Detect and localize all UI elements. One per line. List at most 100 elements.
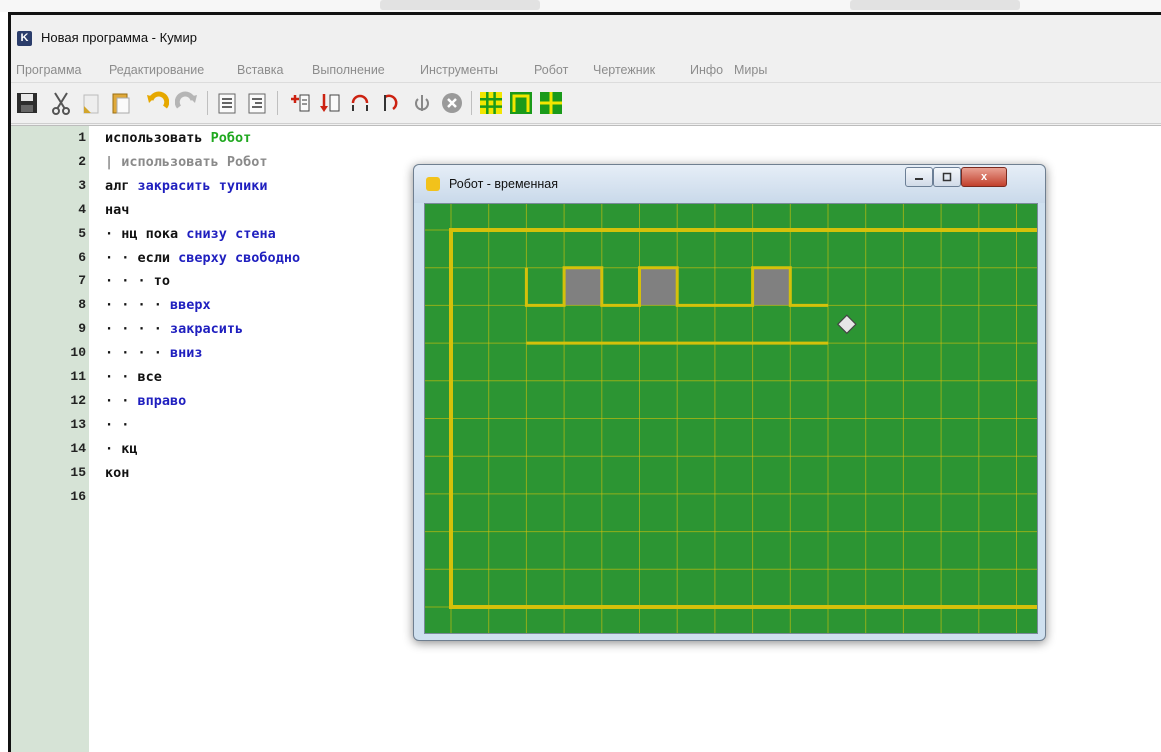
toolbar-separator	[471, 91, 472, 115]
minimize-icon	[915, 178, 923, 180]
stop-button[interactable]	[438, 89, 466, 117]
code-line[interactable]: · · · · вверх	[105, 297, 211, 313]
code-token: нц пока	[121, 225, 187, 242]
undo-icon	[147, 91, 169, 109]
code-token: алг	[105, 177, 138, 194]
background-window-strip	[0, 0, 1161, 12]
redo-button[interactable]	[173, 89, 201, 117]
save-button[interactable]	[13, 89, 41, 117]
paste-button[interactable]	[107, 89, 135, 117]
code-token: вниз	[170, 345, 203, 362]
step-back-button[interactable]	[408, 89, 436, 117]
step-over-icon	[351, 94, 369, 111]
code-token: если	[137, 249, 179, 266]
code-line[interactable]: · · · · вниз	[105, 345, 203, 361]
painted-cell	[752, 267, 791, 306]
copy-icon	[83, 94, 99, 114]
menu-program[interactable]: Программа	[16, 63, 82, 77]
toolbar-separator	[207, 91, 208, 115]
maximize-icon	[942, 172, 952, 182]
step-in-icon	[320, 94, 340, 112]
step-out-icon	[384, 94, 398, 111]
menu-tools[interactable]: Инструменты	[420, 63, 498, 77]
code-line[interactable]: | использовать Робот	[105, 154, 268, 170]
menu-info[interactable]: Инфо	[690, 63, 723, 77]
menu-robot[interactable]: Робот	[534, 63, 568, 77]
run-step-icon	[291, 94, 310, 112]
menu-drawer[interactable]: Чертежник	[593, 63, 655, 77]
line-number: 3	[78, 177, 86, 193]
code-line[interactable]: кон	[105, 465, 129, 481]
menu-edit[interactable]: Редактирование	[109, 63, 204, 77]
code-token: нач	[105, 201, 130, 218]
code-token: Робот	[210, 130, 252, 146]
code-token: кон	[105, 464, 130, 481]
painted-cell	[639, 267, 678, 306]
robot-field-grid	[425, 204, 1037, 633]
code-line[interactable]: алг закрасить тупики	[105, 178, 268, 194]
code-line[interactable]: · · все	[105, 369, 162, 385]
robot-cross-button[interactable]	[537, 89, 565, 117]
step-over-button[interactable]	[346, 89, 374, 117]
undo-button[interactable]	[143, 89, 171, 117]
line-number: 10	[70, 345, 86, 361]
code-token: снизу стена	[186, 225, 276, 242]
code-line[interactable]: использовать Робот	[105, 130, 251, 146]
robot-grid-icon	[480, 92, 502, 114]
code-line[interactable]: · · · то	[105, 273, 170, 289]
redo-icon	[175, 91, 197, 109]
comment-button[interactable]	[213, 89, 241, 117]
robot-walls-button[interactable]	[507, 89, 535, 117]
menu-insert[interactable]: Вставка	[237, 63, 283, 77]
line-number-gutter: 1 2 3 4 5 6 7 8 9 10 11 12 13 14 15 16	[11, 126, 89, 752]
code-token: кц	[121, 440, 138, 457]
line-number: 7	[78, 273, 86, 289]
toolbar-separator	[277, 91, 278, 115]
menu-bar: Программа Редактирование Вставка Выполне…	[11, 60, 1161, 83]
code-token: · ·	[105, 392, 138, 409]
line-number: 11	[70, 369, 86, 384]
uncomment-button[interactable]	[243, 89, 271, 117]
menu-run[interactable]: Выполнение	[312, 63, 385, 77]
robot-field	[424, 203, 1038, 634]
code-line[interactable]: · кц	[105, 441, 138, 457]
robot-cross-icon	[540, 92, 562, 114]
code-line[interactable]: · · вправо	[105, 393, 186, 409]
code-line[interactable]: нач	[105, 202, 129, 218]
run-step-button[interactable]	[286, 89, 314, 117]
robot-window: Робот - временная x	[413, 164, 1046, 641]
menu-worlds[interactable]: Миры	[734, 63, 767, 77]
uncomment-lines-icon	[248, 93, 266, 114]
painted-cell	[564, 267, 602, 306]
line-number: 6	[78, 249, 86, 265]
code-token: · ·	[105, 249, 138, 266]
robot-face-icon	[426, 177, 440, 191]
code-token: вверх	[170, 297, 211, 314]
code-token: все	[137, 369, 162, 385]
line-number: 1	[78, 130, 86, 145]
copy-button[interactable]	[77, 89, 105, 117]
robot-window-titlebar[interactable]: Робот - временная x	[414, 165, 1045, 203]
code-line[interactable]: · · если сверху свободно	[105, 250, 300, 266]
code-token: ·	[105, 225, 122, 242]
maximize-button[interactable]	[933, 167, 961, 187]
cut-button[interactable]	[47, 89, 75, 117]
close-button[interactable]: x	[961, 167, 1007, 187]
line-number: 14	[70, 440, 86, 456]
code-token: использовать	[105, 130, 211, 146]
step-in-button[interactable]	[316, 89, 344, 117]
code-line[interactable]: · нц пока снизу стена	[105, 226, 276, 242]
minimize-button[interactable]	[905, 167, 933, 187]
step-out-button[interactable]	[376, 89, 404, 117]
line-number: 4	[78, 201, 86, 217]
code-line[interactable]: · · · · закрасить	[105, 321, 243, 337]
code-token: · · · ·	[105, 321, 171, 338]
code-line[interactable]: · ·	[105, 417, 129, 433]
line-number: 8	[78, 297, 86, 313]
code-token: ·	[105, 440, 122, 457]
robot-field-button[interactable]	[477, 89, 505, 117]
toolbar	[11, 83, 1161, 124]
line-number: 13	[70, 416, 86, 432]
code-token: сверху свободно	[178, 249, 301, 266]
line-number: 15	[70, 464, 86, 480]
